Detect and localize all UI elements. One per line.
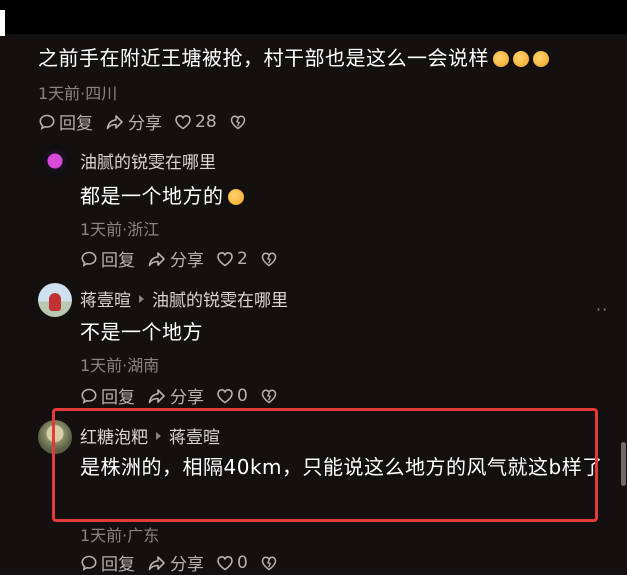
comment-time-location: 1天前·广东 — [80, 526, 160, 545]
dislike-icon — [260, 554, 278, 572]
username-text[interactable]: 蒋壹暄 — [80, 286, 131, 311]
share-button[interactable]: 分享 — [147, 550, 204, 575]
comment-actions: 回复 分享 28 — [38, 109, 262, 134]
highlight-box — [52, 408, 598, 522]
dislike-icon — [260, 250, 278, 268]
heart-icon — [216, 387, 234, 405]
comment-text: 都是一个地方的 — [80, 180, 244, 209]
scrollbar[interactable] — [621, 442, 626, 486]
share-icon — [105, 113, 125, 131]
comment-time-location: 1天前·四川 — [38, 84, 118, 103]
dislike-button[interactable] — [260, 250, 281, 268]
share-icon — [147, 387, 167, 405]
comment-text: 之前手在附近王塘被抢，村干部也是这么一会说样 — [38, 42, 549, 71]
top-bar — [0, 0, 627, 36]
comment-time-location: 1天前·浙江 — [80, 220, 160, 239]
heart-icon — [216, 554, 234, 572]
like-button[interactable]: 28 — [174, 112, 217, 132]
reply-icon — [38, 113, 56, 131]
cursor-mark — [0, 10, 5, 36]
comment-body: 之前手在附近王塘被抢，村干部也是这么一会说样 — [38, 46, 489, 70]
comment-actions: 回复 分享 2 — [80, 246, 293, 271]
dislike-button[interactable] — [260, 387, 281, 405]
emoji-icon — [513, 51, 529, 67]
share-button[interactable]: 分享 — [147, 246, 204, 271]
reply-to-username[interactable]: 油腻的锐雯在哪里 — [152, 286, 288, 311]
dislike-button[interactable] — [229, 113, 250, 131]
username-text[interactable]: 油腻的锐雯在哪里 — [80, 148, 216, 173]
reply-button[interactable]: 回复 — [80, 383, 135, 408]
comment-time-location: 1天前·湖南 — [80, 356, 160, 375]
like-button[interactable]: 2 — [216, 249, 248, 269]
emoji-icon — [493, 51, 509, 67]
like-button[interactable]: 0 — [216, 386, 248, 406]
reply-arrow-icon — [139, 294, 144, 303]
reply-button[interactable]: 回复 — [80, 550, 135, 575]
comment-actions: 回复 分享 0 — [80, 550, 293, 575]
dislike-icon — [260, 387, 278, 405]
avatar[interactable] — [38, 283, 72, 317]
reply-icon — [80, 387, 98, 405]
share-button[interactable]: 分享 — [105, 109, 162, 134]
reply-button[interactable]: 回复 — [80, 246, 135, 271]
dislike-button[interactable] — [260, 554, 281, 572]
more-options-icon[interactable]: ·· — [596, 300, 608, 319]
heart-icon — [174, 113, 192, 131]
dislike-icon — [229, 113, 247, 131]
comment-username[interactable]: 油腻的锐雯在哪里 — [80, 148, 216, 173]
emoji-icon — [227, 189, 244, 205]
comment-body: 都是一个地方的 — [80, 184, 224, 208]
reply-button[interactable]: 回复 — [38, 109, 93, 134]
reply-icon — [80, 554, 98, 572]
share-icon — [147, 554, 167, 572]
avatar[interactable] — [38, 144, 72, 178]
heart-icon — [216, 250, 234, 268]
share-button[interactable]: 分享 — [147, 383, 204, 408]
comment-text: 不是一个地方 — [80, 320, 203, 344]
comment-actions: 回复 分享 0 — [80, 383, 293, 408]
comment-username[interactable]: 蒋壹暄 油腻的锐雯在哪里 — [80, 286, 288, 311]
share-icon — [147, 250, 167, 268]
like-button[interactable]: 0 — [216, 553, 248, 573]
emoji-icon — [533, 51, 549, 67]
reply-icon — [80, 250, 98, 268]
